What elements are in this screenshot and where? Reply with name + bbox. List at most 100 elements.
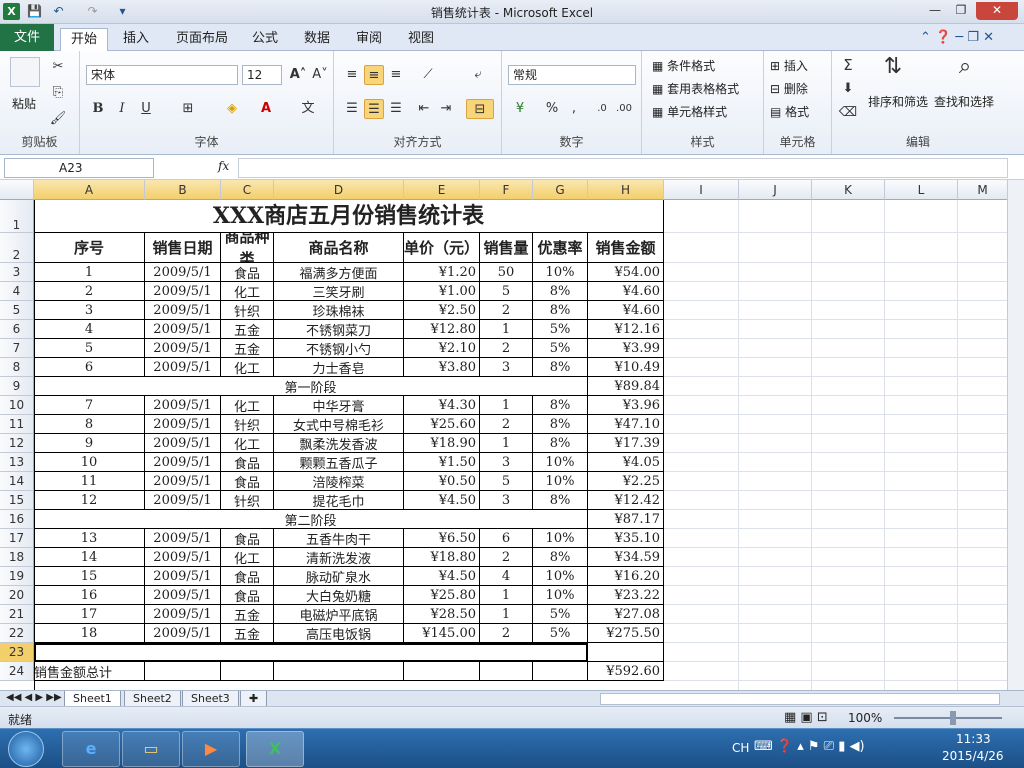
table-cell[interactable]: ¥18.90: [404, 434, 480, 453]
excel-taskbar-icon[interactable]: X: [246, 731, 304, 767]
grand-total-value[interactable]: ¥592.60: [588, 662, 664, 681]
table-cell[interactable]: 针织: [221, 415, 274, 434]
tab-page-layout[interactable]: 页面布局: [166, 28, 238, 51]
zoom-level[interactable]: 100%: [848, 711, 882, 725]
table-cell[interactable]: 五金: [221, 320, 274, 339]
table-cell[interactable]: ¥4.05: [588, 453, 664, 472]
decrease-decimal-icon[interactable]: .00: [614, 99, 634, 119]
table-cell[interactable]: 福满多方便面: [274, 263, 404, 282]
table-cell[interactable]: 1: [480, 434, 533, 453]
column-header-c[interactable]: C: [221, 180, 274, 200]
row-header-14[interactable]: 14: [0, 472, 34, 491]
table-cell[interactable]: 2009/5/1: [145, 605, 221, 624]
input-language[interactable]: CH: [732, 741, 749, 755]
copy-icon[interactable]: ⎘: [48, 83, 68, 103]
currency-icon[interactable]: ¥: [510, 99, 530, 119]
find-select-button[interactable]: 查找和选择: [934, 93, 994, 110]
table-cell[interactable]: 2009/5/1: [145, 624, 221, 643]
table-cell[interactable]: 2009/5/1: [145, 358, 221, 377]
clock-date[interactable]: 2015/4/26: [942, 749, 1004, 763]
table-cell[interactable]: [145, 662, 221, 681]
table-cell[interactable]: 2009/5/1: [145, 282, 221, 301]
table-cell[interactable]: 化工: [221, 396, 274, 415]
table-cell[interactable]: 4: [34, 320, 145, 339]
table-cell[interactable]: 脉动矿泉水: [274, 567, 404, 586]
header-cell[interactable]: 优惠率: [533, 233, 588, 263]
insert-cells-button[interactable]: ⊞ 插入: [770, 57, 808, 74]
internet-explorer-icon[interactable]: e: [62, 731, 120, 767]
table-cell[interactable]: 女式中号棉毛衫: [274, 415, 404, 434]
table-cell[interactable]: 2: [480, 548, 533, 567]
table-cell[interactable]: 化工: [221, 434, 274, 453]
table-cell[interactable]: 8%: [533, 491, 588, 510]
table-cell[interactable]: 2: [34, 282, 145, 301]
table-cell[interactable]: 2009/5/1: [145, 434, 221, 453]
align-center-icon[interactable]: ☰: [364, 99, 384, 119]
table-cell[interactable]: ¥1.00: [404, 282, 480, 301]
row-header-7[interactable]: 7: [0, 339, 34, 358]
fill-icon[interactable]: ⬇: [838, 79, 858, 99]
selected-cell-a23[interactable]: [34, 643, 588, 662]
format-as-table-button[interactable]: ▦ 套用表格格式: [652, 80, 739, 97]
table-cell[interactable]: ¥2.50: [404, 301, 480, 320]
table-cell[interactable]: ¥275.50: [588, 624, 664, 643]
table-cell[interactable]: 2009/5/1: [145, 548, 221, 567]
table-cell[interactable]: ¥12.16: [588, 320, 664, 339]
increase-indent-icon[interactable]: ⇥: [436, 99, 456, 119]
table-cell[interactable]: 17: [34, 605, 145, 624]
table-cell[interactable]: 1: [34, 263, 145, 282]
table-cell[interactable]: 五金: [221, 605, 274, 624]
table-cell[interactable]: 1: [480, 320, 533, 339]
table-cell[interactable]: 2009/5/1: [145, 586, 221, 605]
phonetic-icon[interactable]: 文: [298, 99, 318, 119]
media-player-icon[interactable]: ▶: [182, 731, 240, 767]
stage-subtotal-value[interactable]: ¥87.17: [588, 510, 664, 529]
table-cell[interactable]: 食品: [221, 472, 274, 491]
column-header-g[interactable]: G: [533, 180, 588, 200]
header-cell[interactable]: 销售日期: [145, 233, 221, 263]
table-cell[interactable]: 10%: [533, 529, 588, 548]
table-cell[interactable]: ¥4.60: [588, 282, 664, 301]
close-button[interactable]: ✕: [976, 2, 1018, 20]
table-cell[interactable]: ¥18.80: [404, 548, 480, 567]
tab-review[interactable]: 审阅: [346, 28, 392, 51]
table-cell[interactable]: ¥34.59: [588, 548, 664, 567]
column-header-i[interactable]: I: [664, 180, 739, 200]
row-header-17[interactable]: 17: [0, 529, 34, 548]
clear-icon[interactable]: ⌫: [838, 103, 858, 123]
sheet-nav-icon[interactable]: ◀◀ ◀ ▶ ▶▶: [6, 692, 62, 703]
table-cell[interactable]: 飘柔洗发香波: [274, 434, 404, 453]
column-header-k[interactable]: K: [812, 180, 885, 200]
row-header-3[interactable]: 3: [0, 263, 34, 282]
table-cell[interactable]: 8%: [533, 548, 588, 567]
table-cell[interactable]: 2009/5/1: [145, 396, 221, 415]
column-header-f[interactable]: F: [480, 180, 533, 200]
tab-formulas[interactable]: 公式: [242, 28, 288, 51]
table-cell[interactable]: 针织: [221, 301, 274, 320]
table-cell[interactable]: 5%: [533, 320, 588, 339]
table-cell[interactable]: 涪陵榨菜: [274, 472, 404, 491]
comma-button[interactable]: ,: [564, 99, 584, 119]
table-cell[interactable]: 14: [34, 548, 145, 567]
table-cell[interactable]: 3: [480, 491, 533, 510]
underline-button[interactable]: U: [136, 99, 156, 119]
row-header-10[interactable]: 10: [0, 396, 34, 415]
font-size-select[interactable]: 12: [242, 65, 282, 85]
table-cell[interactable]: 五金: [221, 624, 274, 643]
delete-cells-button[interactable]: ⊟ 删除: [770, 80, 808, 97]
table-cell[interactable]: ¥6.50: [404, 529, 480, 548]
zoom-slider-thumb[interactable]: [950, 711, 956, 725]
table-cell[interactable]: 6: [34, 358, 145, 377]
name-box[interactable]: A23: [4, 158, 154, 178]
table-cell[interactable]: ¥2.10: [404, 339, 480, 358]
table-cell[interactable]: 2009/5/1: [145, 301, 221, 320]
table-cell[interactable]: ¥12.80: [404, 320, 480, 339]
column-header-b[interactable]: B: [145, 180, 221, 200]
row-header-13[interactable]: 13: [0, 453, 34, 472]
tray-icons[interactable]: ⌨ ❓ ▴ ⚑ ⎚ ▮ ◀): [754, 739, 865, 754]
italic-button[interactable]: I: [112, 99, 132, 119]
header-cell[interactable]: 销售金额: [588, 233, 664, 263]
table-cell[interactable]: 3: [480, 358, 533, 377]
table-cell[interactable]: 10%: [533, 263, 588, 282]
table-cell[interactable]: 5%: [533, 339, 588, 358]
